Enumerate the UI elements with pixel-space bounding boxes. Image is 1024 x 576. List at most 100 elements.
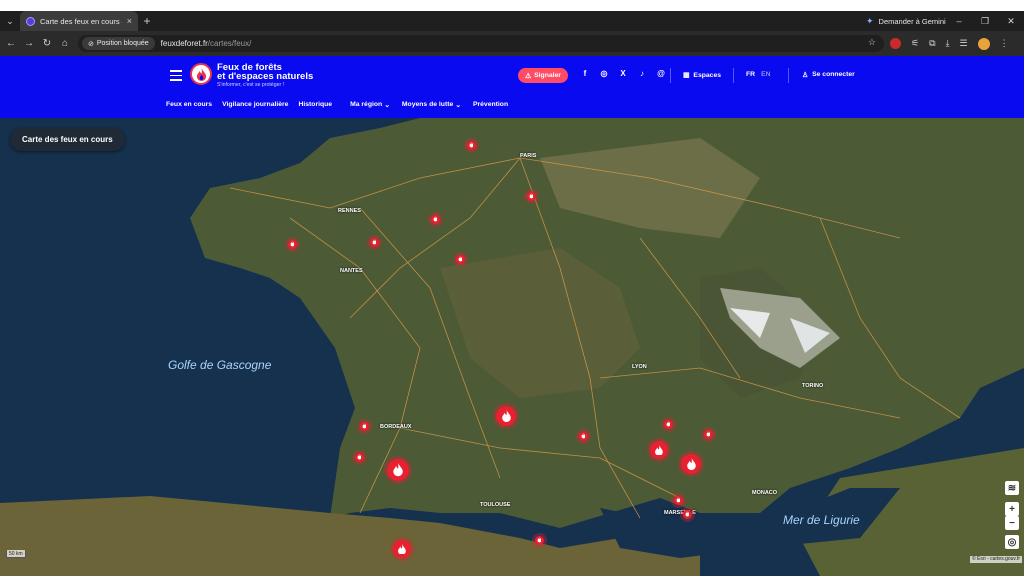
login-label: Se connecter [812,71,855,78]
tab-title: Carte des feux en cours — Feu [40,16,122,26]
sea-label: Mer de Ligurie [783,513,860,527]
extension-badge-icon[interactable] [890,38,901,49]
nav-item-prevention[interactable]: Prévention [473,101,508,109]
browser-menu-icon[interactable]: ⋮ [1000,38,1009,49]
nav-item-historique[interactable]: Historique [298,101,332,109]
chevron-down-icon: ⌄ [455,102,461,109]
warning-icon: ⚠ [525,72,532,80]
gemini-icon: ✦ [866,15,874,26]
home-icon[interactable]: ⌂ [56,35,74,53]
spaces-button[interactable]: ▦ Espaces [683,71,722,80]
ask-gemini-button[interactable]: ✦ Demander à Gemini [866,11,946,31]
fire-marker-icon[interactable] [650,441,668,459]
tiktok-icon[interactable]: ♪ [638,69,646,79]
tab-search-icon[interactable]: ⌄ [0,11,20,31]
fire-marker-icon[interactable] [526,191,536,201]
login-button[interactable]: ♙ Se connecter [802,71,855,79]
window-close-icon[interactable]: ✕ [998,11,1024,31]
screen: ⌄ Carte des feux en cours — Feu × + ✦ De… [0,0,1024,576]
browser-toolbar: ← → ↻ ⌂ ⊘ Position bloquée feuxdeforet.f… [0,31,1024,56]
fire-marker-icon[interactable] [369,237,379,247]
site-favicon-icon [26,16,35,26]
geolocate-icon[interactable]: ◎ [1005,535,1019,549]
fire-marker-icon[interactable] [682,509,692,519]
back-icon[interactable]: ← [2,35,20,53]
zoom-in-button[interactable]: + [1005,502,1019,516]
fire-marker-icon[interactable] [496,406,516,426]
tab-groups-icon[interactable]: ☰ [960,38,968,49]
report-label: Signaler [534,72,561,79]
divider [788,68,789,83]
fire-marker-icon[interactable] [430,214,440,224]
sea-label: Golfe de Gascogne [168,358,272,372]
main-nav: Feux en cours Vigilance journalière Hist… [166,101,508,109]
language-switcher: FR EN [746,71,771,78]
brand-tagline: S'informer, c'est se protéger ! [217,82,285,88]
report-button[interactable]: ⚠ Signaler [518,68,568,83]
fire-marker-icon[interactable] [681,454,701,474]
browser-tab-active[interactable]: Carte des feux en cours — Feu × [20,11,138,31]
fire-marker-icon[interactable] [287,239,297,249]
nav-item-ma-region[interactable]: Ma région [350,101,382,109]
url-host: feuxdeforet.fr [160,39,208,48]
city-label: RENNES [338,208,361,214]
fire-marker-icon[interactable] [673,495,683,505]
fire-marker-icon[interactable] [663,419,673,429]
fire-marker-icon[interactable] [455,254,465,264]
divider [670,68,671,83]
city-label: TOULOUSE [480,502,511,508]
site-permission-chip[interactable]: ⊘ Position bloquée [82,37,155,50]
fires-map[interactable]: Carte des feux en cours Golfe de Gascogn… [0,118,1024,576]
minimize-icon[interactable]: – [946,11,972,31]
lang-en-link[interactable]: EN [761,71,770,78]
map-scale: 50 km [6,550,26,558]
fire-marker-icon[interactable] [703,429,713,439]
threads-icon[interactable]: @ [657,69,665,79]
gemini-label: Demander à Gemini [878,16,946,26]
fire-marker-icon[interactable] [466,140,476,150]
site-brand[interactable]: Feux de forêts et d'espaces naturels S'i… [217,63,313,89]
nav-item-feux-en-cours[interactable]: Feux en cours [166,101,212,109]
zoom-out-button[interactable]: − [1005,516,1019,530]
divider [733,68,734,83]
brand-line-2: et d'espaces naturels [217,71,314,82]
logo-flame-icon [196,67,206,81]
instagram-icon[interactable]: ◎ [600,69,608,79]
user-icon: ♙ [802,72,809,79]
fire-marker-icon[interactable] [359,421,369,431]
facebook-icon[interactable]: f [581,69,589,79]
fire-marker-icon[interactable] [393,540,411,558]
extensions-puzzle-icon[interactable]: ⧉ [929,38,935,49]
menu-hamburger-icon[interactable] [170,70,182,84]
x-icon[interactable]: X [619,69,627,79]
chevron-down-icon: ⌄ [384,102,390,109]
bookmark-star-icon[interactable]: ☆ [868,37,876,48]
map-title-button[interactable]: Carte des feux en cours [10,128,125,151]
restore-icon[interactable]: ❐ [972,11,998,31]
new-tab-button[interactable]: + [138,14,156,28]
browser-tabbar: ⌄ Carte des feux en cours — Feu × + ✦ De… [0,11,1024,31]
url-path: /cartes/feux/ [207,39,252,48]
site-logo-icon[interactable] [190,63,212,85]
layers-icon[interactable]: ≋ [1005,481,1019,495]
reload-icon[interactable]: ↻ [38,35,56,53]
download-icon[interactable]: ⤓ [946,38,950,49]
fire-marker-icon[interactable] [387,459,409,481]
fire-marker-icon[interactable] [578,431,588,441]
site-header: Feux de forêts et d'espaces naturels S'i… [0,56,1024,118]
close-tab-icon[interactable]: × [127,16,132,26]
fire-marker-icon[interactable] [534,535,544,545]
profile-avatar[interactable] [977,37,990,50]
fire-marker-icon[interactable] [354,452,364,462]
nav-item-moyens-de-lutte[interactable]: Moyens de lutte [402,101,453,109]
window-controls: – ❐ ✕ [946,11,1024,31]
media-icon[interactable]: ⚟ [911,38,919,49]
address-bar[interactable]: ⊘ Position bloquée feuxdeforet.fr/cartes… [78,35,884,52]
nav-item-vigilance[interactable]: Vigilance journalière [222,101,288,109]
lang-fr-link[interactable]: FR [746,71,755,78]
spaces-label: Espaces [693,71,722,79]
grid-icon: ▦ [683,72,690,79]
forward-icon[interactable]: → [20,35,38,53]
city-label: LYON [632,364,647,370]
city-label: PARIS [520,153,537,159]
